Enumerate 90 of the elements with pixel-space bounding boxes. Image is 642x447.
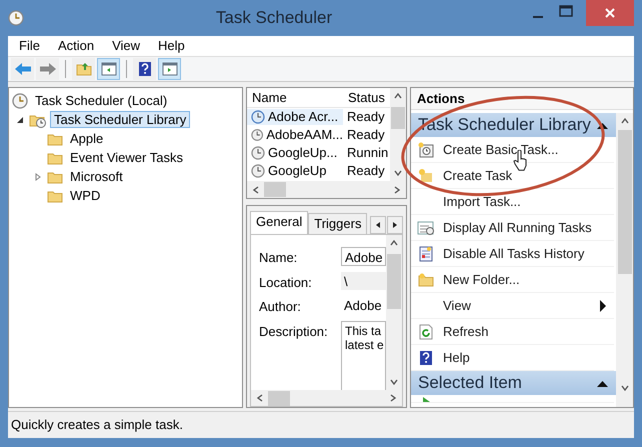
menu-item[interactable]: File [10, 38, 49, 54]
command-link[interactable]: Display All Running Tasks [411, 215, 614, 241]
tree-item[interactable]: Task Scheduler (Local) [31, 92, 172, 110]
task-list-icon [417, 220, 435, 236]
task-icon [418, 168, 434, 184]
run-icon [422, 397, 430, 402]
field-label: Name: [259, 249, 298, 266]
tree-item[interactable]: WPD [66, 186, 104, 204]
tab-scroll-button[interactable] [370, 216, 386, 234]
column-header[interactable]: Name [247, 90, 343, 106]
close-button[interactable] [586, 0, 634, 26]
scrollbar[interactable] [390, 88, 406, 181]
field-label: Description: [259, 322, 329, 341]
field-label: Author: [259, 298, 302, 315]
back-arrow-icon [14, 62, 32, 76]
command-link[interactable]: New Folder... [411, 267, 614, 293]
toolbar-button[interactable] [133, 58, 156, 80]
collapse-icon[interactable] [16, 116, 24, 124]
task-icon [418, 142, 434, 158]
table-cell[interactable]: AdobeAAM... [266, 127, 343, 143]
table-cell[interactable]: GoogleUp... [268, 145, 338, 161]
scroll-down-icon[interactable] [393, 168, 403, 178]
folder-up-icon [76, 61, 92, 77]
scroll-thumb[interactable] [268, 390, 290, 406]
scroll-up-icon[interactable] [389, 238, 399, 248]
command-link[interactable]: View [411, 293, 614, 319]
section-title: Selected Item [418, 372, 522, 394]
field-label: Location: [259, 274, 313, 290]
help-icon [419, 350, 433, 366]
refresh-icon [419, 324, 433, 340]
tab[interactable]: Triggers [308, 213, 368, 234]
scroll-right-icon[interactable] [388, 393, 398, 403]
scroll-left-icon[interactable] [251, 184, 261, 194]
scroll-left-icon[interactable] [255, 393, 265, 403]
submenu-arrow-icon [600, 300, 606, 312]
tree-item[interactable]: Task Scheduler Library [50, 110, 190, 128]
table-cell-text: Ready [346, 163, 386, 179]
clock-icon [251, 128, 264, 142]
scroll-up-icon[interactable] [393, 91, 403, 101]
clock-icon [12, 92, 28, 108]
log-icon [418, 246, 434, 262]
menu-item[interactable]: Action [48, 38, 104, 54]
scroll-down-icon[interactable] [389, 377, 399, 387]
table-cell-text: Ready [346, 109, 386, 125]
tree-item[interactable]: Microsoft [66, 168, 127, 186]
command-link[interactable]: Disable All Tasks History [411, 241, 614, 267]
scrollbar[interactable] [386, 235, 402, 390]
left-arrow-icon [375, 221, 382, 229]
clock-icon [251, 146, 265, 160]
table-cell[interactable]: GoogleUp [268, 163, 327, 179]
panel-header: Actions [411, 88, 633, 110]
field-value: Adobe [343, 297, 383, 315]
folder-icon [418, 272, 434, 288]
clock-icon [251, 164, 265, 178]
menu-item[interactable]: View [103, 38, 150, 54]
menu-item[interactable]: Help [149, 38, 194, 54]
table-cell-text: Runnin [346, 145, 390, 161]
scrollbar[interactable] [251, 390, 402, 406]
scrollbar[interactable] [247, 181, 406, 198]
pane-icon [100, 62, 116, 76]
scrollbar[interactable] [616, 113, 633, 407]
input-field[interactable]: Adobe [341, 247, 386, 266]
scroll-up-icon[interactable] [620, 116, 630, 126]
window-title: Task Scheduler [214, 8, 334, 28]
command-link[interactable]: Import Task... [411, 189, 614, 215]
column-header[interactable]: Status [343, 90, 390, 106]
tab-scroll-button[interactable] [387, 216, 403, 234]
tab[interactable]: General [250, 211, 308, 234]
scroll-right-icon[interactable] [392, 184, 402, 194]
command-link[interactable]: Refresh [411, 319, 614, 345]
minimize-icon [533, 16, 543, 18]
toolbar-button[interactable] [158, 58, 181, 80]
section-header[interactable]: Selected Item [411, 371, 616, 395]
maximize-icon [559, 5, 573, 17]
pane-icon [162, 62, 178, 76]
scroll-thumb[interactable] [618, 130, 632, 274]
scroll-thumb[interactable] [264, 182, 286, 197]
field-value: \ [341, 272, 386, 290]
toolbar-button[interactable] [97, 58, 120, 80]
scroll-thumb[interactable] [391, 107, 405, 129]
expand-icon[interactable] [34, 172, 42, 180]
table-cell-text: Ready [346, 127, 386, 143]
clock-icon [8, 10, 24, 26]
close-icon [604, 7, 616, 19]
right-arrow-icon [392, 221, 398, 229]
tree-item[interactable]: Apple [66, 130, 108, 148]
help-icon [138, 61, 152, 77]
scroll-thumb[interactable] [387, 254, 401, 309]
tree-item[interactable]: Event Viewer Tasks [66, 148, 187, 166]
scroll-down-icon[interactable] [620, 383, 630, 393]
